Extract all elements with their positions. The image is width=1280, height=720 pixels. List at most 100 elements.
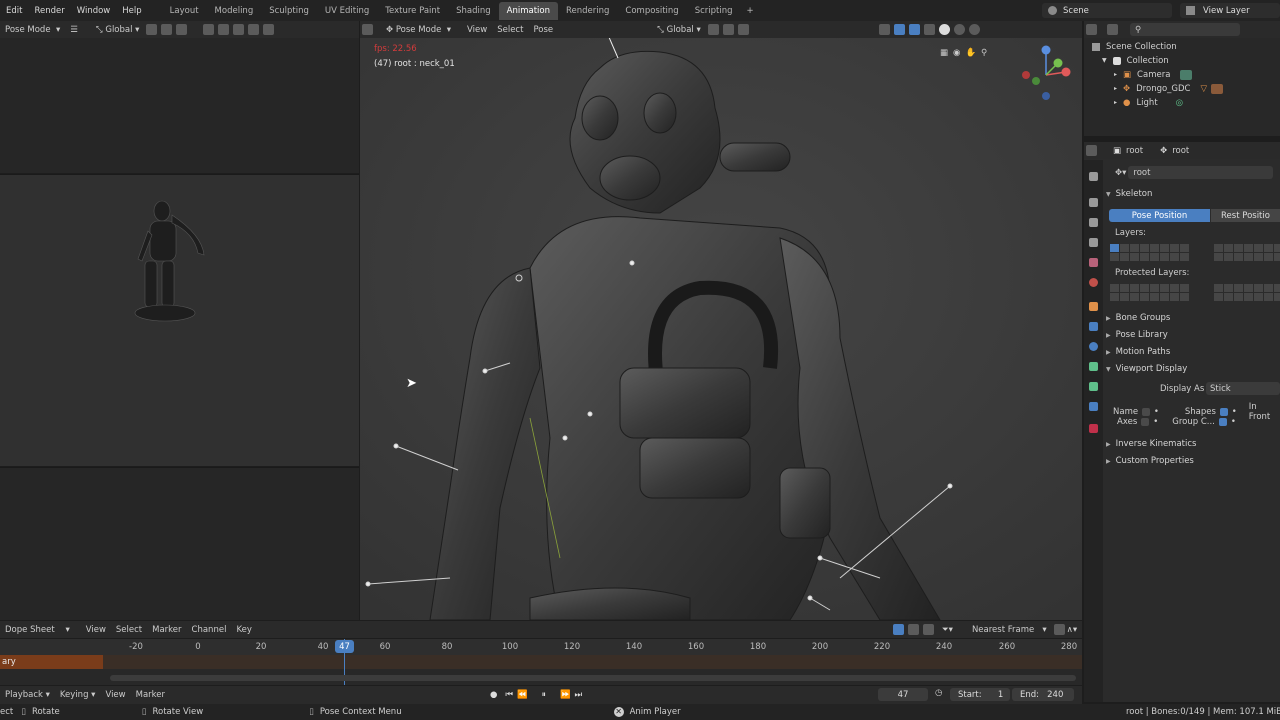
armature-name-field[interactable]: root [1128, 166, 1273, 179]
custom-properties-panel-header[interactable]: ▶ Custom Properties [1106, 454, 1194, 468]
viewport-menu-pose[interactable]: Pose [528, 23, 558, 36]
next-keyframe-icon[interactable]: ⏩ [560, 690, 571, 700]
gizmo-toggle-icon[interactable] [893, 24, 905, 35]
tab-modeling[interactable]: Modeling [207, 2, 262, 20]
tab-scripting[interactable]: Scripting [687, 2, 741, 20]
bone-layers-grid-b[interactable] [1214, 244, 1280, 261]
pivot-icon[interactable] [146, 24, 158, 35]
outliner-editor-icon[interactable] [1086, 24, 1097, 35]
zoom-icon[interactable]: ⚲ [981, 48, 987, 58]
gizmo-icon[interactable] [218, 24, 230, 35]
playback-menu[interactable]: Playback ▾ [0, 689, 55, 702]
hamburger-icon[interactable]: ☰ [65, 23, 83, 36]
group-colors-checkbox[interactable] [1218, 418, 1227, 426]
name-checkbox[interactable] [1142, 408, 1150, 416]
end-frame-field[interactable]: End: 240 [1012, 688, 1074, 701]
pose-library-panel-header[interactable]: ▶ Pose Library [1106, 328, 1168, 342]
physics-tab-icon[interactable] [1089, 342, 1098, 351]
viewport-display-panel-header[interactable]: ▼ Viewport Display [1106, 362, 1187, 376]
visibility-icon[interactable] [203, 24, 215, 35]
world-tab-icon[interactable] [1089, 278, 1098, 287]
horizontal-scrollbar[interactable] [110, 675, 1076, 681]
display-mode-icon[interactable] [1107, 24, 1118, 35]
collection-checkbox[interactable] [1112, 56, 1121, 65]
cancel-icon[interactable]: ✕ [613, 707, 624, 717]
menu-edit[interactable]: Edit [0, 6, 28, 16]
tab-uv-editing[interactable]: UV Editing [317, 2, 377, 20]
tab-rendering[interactable]: Rendering [558, 2, 617, 20]
record-icon[interactable]: ● [490, 690, 497, 700]
tab-texture-paint[interactable]: Texture Paint [377, 2, 448, 20]
camera-view-icon[interactable]: ◉ [953, 48, 960, 58]
proportional-icon[interactable] [1053, 624, 1065, 635]
modifier-tab-icon[interactable] [1089, 322, 1098, 331]
overlay-icon[interactable] [233, 24, 245, 35]
axes-checkbox[interactable] [1141, 418, 1150, 426]
grid-view-icon[interactable]: ▦ [940, 48, 948, 58]
outliner-search-input[interactable]: ⚲ [1130, 23, 1240, 36]
view-layer-selector[interactable]: View Layer [1180, 3, 1280, 18]
object-tab-icon[interactable] [1089, 302, 1098, 311]
properties-editor-icon[interactable] [1086, 145, 1097, 156]
falloff-icon[interactable]: ∧▾ [1067, 625, 1078, 635]
protected-layers-grid-a[interactable] [1110, 284, 1189, 301]
tab-layout[interactable]: Layout [162, 2, 207, 20]
filter-icon[interactable]: ⏷▾ [942, 625, 953, 635]
tab-shading[interactable]: Shading [448, 2, 499, 20]
shapes-checkbox[interactable] [1219, 408, 1228, 416]
only-errors-icon[interactable] [922, 624, 934, 635]
add-workspace-button[interactable]: + [741, 6, 760, 16]
motion-paths-panel-header[interactable]: ▶ Motion Paths [1106, 345, 1170, 359]
frame-ruler[interactable]: -20 0 20 40 60 80 100 120 140 160 180 20… [0, 639, 1082, 655]
dopesheet-menu-channel[interactable]: Channel [187, 623, 232, 636]
viewport-mode-dropdown[interactable]: ✥ Pose Mode ▾ [381, 23, 456, 36]
editor-type-icon[interactable] [362, 24, 373, 35]
timeline-menu-marker[interactable]: Marker [131, 689, 170, 702]
tree-item-drongo[interactable]: ▸ ✥ Drongo_GDC ▽ [1114, 82, 1224, 95]
tool-tab-icon[interactable] [1089, 172, 1098, 181]
start-frame-field[interactable]: Start: 1 [950, 688, 1010, 701]
camera-preview-view[interactable] [0, 174, 359, 466]
dopesheet-mode-dropdown[interactable]: Dope Sheet ▾ [0, 623, 75, 636]
snap-icon[interactable] [161, 24, 173, 35]
show-hidden-icon[interactable] [907, 624, 919, 635]
snap-icon[interactable] [722, 24, 734, 35]
view-object-types-icon[interactable] [878, 24, 890, 35]
left-orientation-dropdown[interactable]: ⤡ Global ▾ [91, 23, 145, 36]
display-as-dropdown[interactable]: Stick [1206, 382, 1280, 395]
left-mode-dropdown[interactable]: Pose Mode ▾ [0, 23, 65, 36]
rest-position-button[interactable]: Rest Positio [1211, 209, 1280, 222]
scene-tab-icon[interactable] [1089, 258, 1098, 267]
current-frame-field[interactable]: 47 [878, 688, 928, 701]
pivot-icon[interactable] [707, 24, 719, 35]
viewport-menu-view[interactable]: View [462, 23, 492, 36]
texture-tab-icon[interactable] [1089, 424, 1098, 433]
render-tab-icon[interactable] [1089, 198, 1098, 207]
menu-window[interactable]: Window [71, 6, 117, 16]
pause-icon[interactable]: ⏸ [542, 690, 546, 700]
snap-mode-dropdown[interactable]: Nearest Frame ▾ [967, 623, 1052, 636]
dopesheet-menu-marker[interactable]: Marker [147, 623, 186, 636]
viewport-orientation-dropdown[interactable]: ⤡ Global ▾ [652, 23, 706, 36]
dopesheet-menu-select[interactable]: Select [111, 623, 147, 636]
output-tab-icon[interactable] [1089, 218, 1098, 227]
dopesheet-menu-view[interactable]: View [81, 623, 111, 636]
pan-hand-icon[interactable]: ✋ [965, 48, 976, 58]
prev-keyframe-icon[interactable]: ⏪ [517, 690, 528, 700]
bone-layers-grid-a[interactable] [1110, 244, 1189, 261]
shading-icon[interactable] [263, 24, 275, 35]
proportional-icon[interactable] [176, 24, 188, 35]
dopesheet-channels[interactable]: ary [0, 639, 1082, 685]
tab-compositing[interactable]: Compositing [617, 2, 686, 20]
pose-position-button[interactable]: Pose Position [1109, 209, 1210, 222]
summary-channel[interactable]: ary [0, 655, 103, 669]
render-shading-icon[interactable] [968, 24, 980, 35]
bone-groups-panel-header[interactable]: ▶ Bone Groups [1106, 311, 1170, 325]
tab-sculpting[interactable]: Sculpting [261, 2, 317, 20]
timeline-menu-view[interactable]: View [100, 689, 130, 702]
only-selected-icon[interactable] [892, 624, 904, 635]
protected-layers-grid-b[interactable] [1214, 284, 1280, 301]
view-layer-tab-icon[interactable] [1089, 238, 1098, 247]
skeleton-panel-header[interactable]: ▼ Skeleton [1106, 187, 1152, 201]
tree-item-light[interactable]: ▸ ● Light ◎ [1114, 96, 1183, 109]
